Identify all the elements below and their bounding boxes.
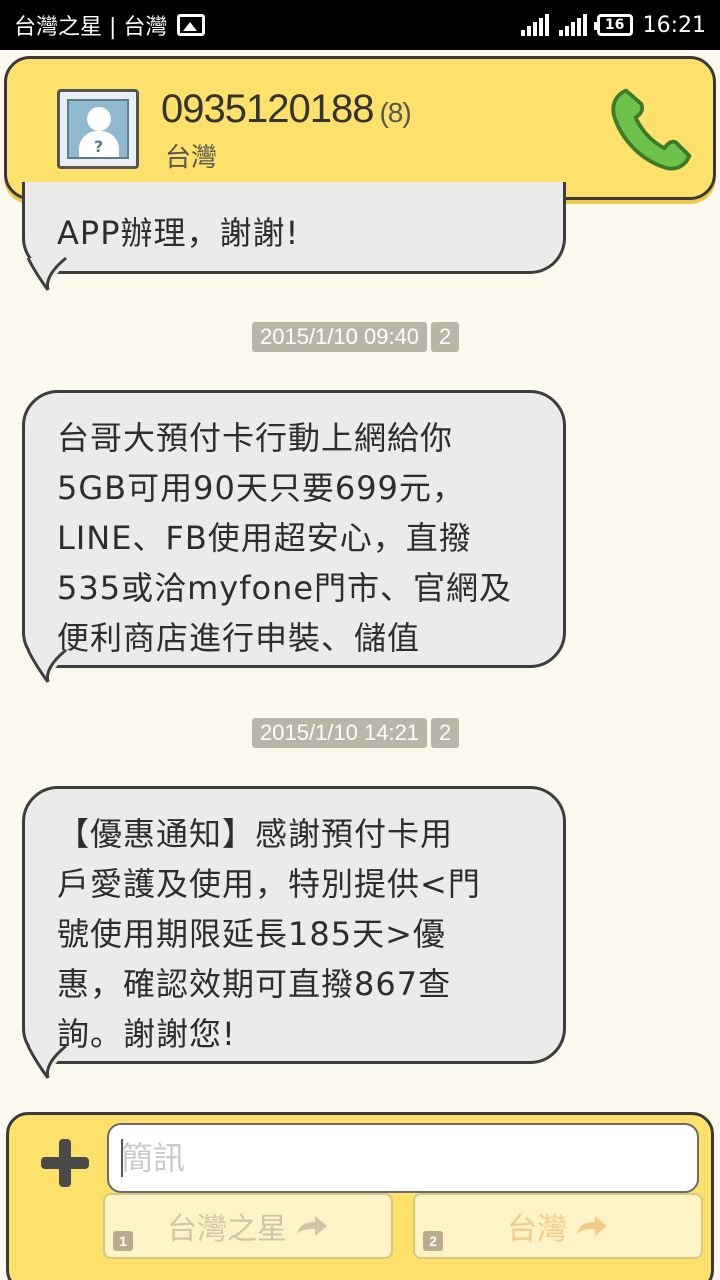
- message-bubble[interactable]: 【優惠通知】感謝預付卡用 戶愛護及使用，特別提供<門 號使用期限延長185天>優…: [22, 786, 566, 1064]
- bubble-tail: [26, 1044, 70, 1079]
- message-bubble[interactable]: APP辦理，謝謝!: [22, 182, 566, 274]
- message-line: 台哥大預付卡行動上網給你: [57, 419, 454, 457]
- picture-icon: [177, 14, 206, 36]
- message-line: 535或洽myfone門市、官網及: [57, 569, 513, 607]
- send-button-label: 台灣: [507, 1212, 567, 1247]
- message-line: 惠，確認效期可直撥867查: [57, 965, 452, 1003]
- send-button-sim2[interactable]: 2 台灣: [413, 1193, 703, 1259]
- send-button-sim1[interactable]: 1 台灣之星: [103, 1193, 393, 1259]
- bubble-tail: [26, 256, 70, 291]
- bubble-tail: [26, 648, 70, 683]
- timestamp: 2015/1/10 09:40 2: [252, 322, 460, 352]
- status-bar: 台灣之星 | 台灣 16 16:21: [0, 0, 720, 50]
- message-line: 戶愛護及使用，特別提供<門: [57, 865, 481, 903]
- composer: 1 台灣之星 2 台灣: [6, 1112, 714, 1280]
- message-input[interactable]: [107, 1123, 699, 1193]
- text-cursor: [121, 1139, 123, 1177]
- message-line: 號使用期限延長185天>優: [57, 915, 446, 953]
- contact-number-text: 0935120188: [161, 87, 374, 131]
- sim-slot-badge: 2: [431, 322, 460, 352]
- conversation-header: ? 0935120188 (8) 台灣: [4, 56, 716, 200]
- message-line: 詢。謝謝您!: [57, 1015, 236, 1053]
- contact-number: 0935120188 (8): [161, 87, 412, 132]
- phone-call-icon[interactable]: [603, 81, 699, 177]
- message-line: 5GB可用90天只要699元，: [57, 469, 465, 507]
- message-line: 便利商店進行申裝、儲值: [57, 619, 421, 657]
- timestamp: 2015/1/10 14:21 2: [252, 718, 460, 748]
- send-button-label: 台灣之星: [167, 1212, 287, 1247]
- message-line: LINE、FB使用超安心，直撥: [57, 519, 472, 557]
- timestamp-date: 2015/1/10 09:40: [252, 322, 428, 352]
- status-time: 16:21: [642, 12, 706, 38]
- sim-2-badge: 2: [423, 1231, 443, 1251]
- message-line: APP辦理，謝謝!: [57, 214, 300, 252]
- send-arrow-icon: [297, 1216, 327, 1236]
- avatar-icon[interactable]: ?: [57, 89, 139, 169]
- signal-icon: [520, 14, 549, 36]
- plus-icon[interactable]: [39, 1137, 91, 1189]
- signal-icon: [558, 14, 587, 36]
- timestamp-date: 2015/1/10 14:21: [252, 718, 428, 748]
- sim-1-badge: 1: [113, 1231, 133, 1251]
- contact-carrier: 台灣: [165, 143, 218, 173]
- send-arrow-icon: [577, 1216, 607, 1236]
- status-carrier-text: 台灣之星 | 台灣: [14, 15, 168, 40]
- sim-slot-badge: 2: [431, 718, 460, 748]
- battery-icon: 16: [593, 14, 633, 36]
- message-count: (8): [379, 97, 411, 128]
- message-line: 【優惠通知】感謝預付卡用: [57, 815, 454, 853]
- message-bubble[interactable]: 台哥大預付卡行動上網給你 5GB可用90天只要699元， LINE、FB使用超安…: [22, 390, 566, 668]
